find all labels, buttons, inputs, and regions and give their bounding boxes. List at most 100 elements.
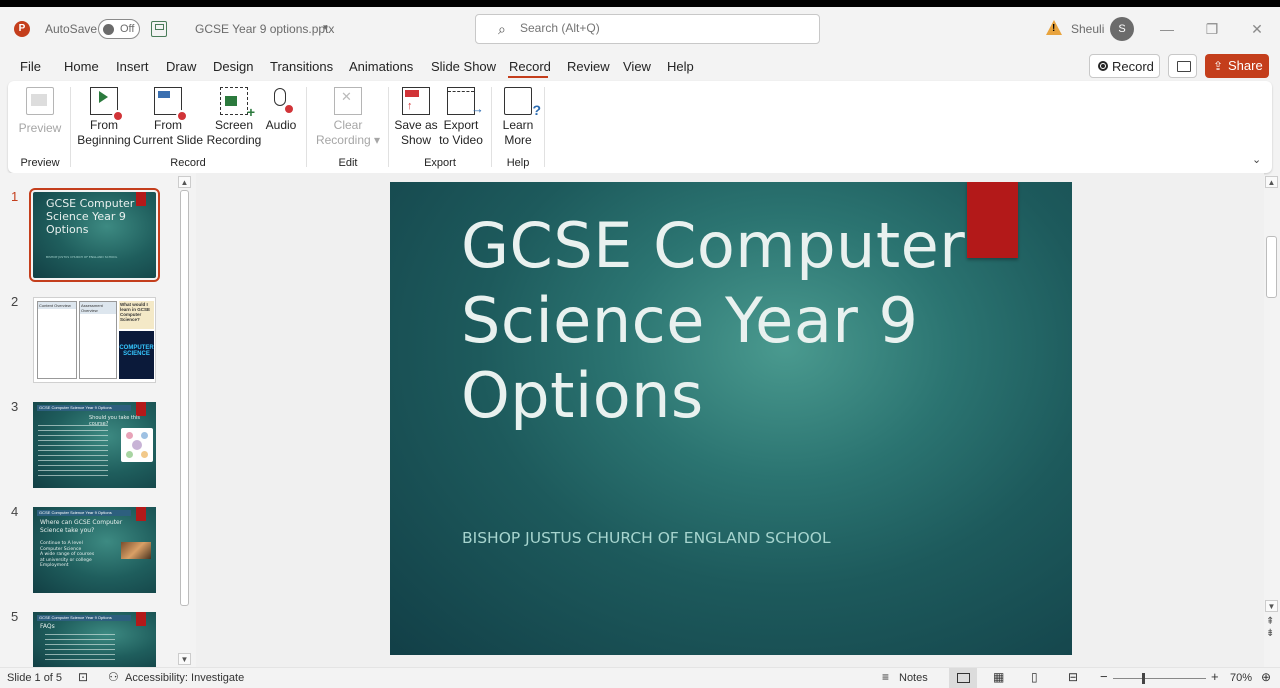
learn-more-line2: More — [504, 133, 532, 147]
document-title[interactable]: GCSE Year 9 options.pptx — [195, 22, 334, 36]
current-slide-icon — [154, 87, 188, 122]
save-as-show-line2: Show — [400, 133, 432, 147]
slide-show-view-icon[interactable]: ⊟ — [1068, 670, 1078, 684]
avatar[interactable]: S — [1110, 17, 1134, 41]
scrollbar-thumb[interactable] — [180, 190, 189, 606]
tab-animations[interactable]: Animations — [349, 59, 413, 74]
red-tab-decoration — [136, 612, 146, 626]
slide-scrollbar[interactable]: ▲ ▼ — [1265, 176, 1278, 616]
zoom-level[interactable]: 70% — [1230, 672, 1252, 684]
tab-help[interactable]: Help — [667, 59, 694, 74]
fit-to-window-icon[interactable]: ⊕ — [1261, 670, 1271, 684]
restore-button[interactable]: ❐ — [1197, 19, 1227, 39]
comments-button[interactable] — [1168, 54, 1197, 78]
tab-view[interactable]: View — [623, 59, 651, 74]
tab-insert[interactable]: Insert — [116, 59, 149, 74]
title-bar: P AutoSave Off GCSE Year 9 options.pptx … — [0, 7, 1280, 51]
thumbnail-body-text — [38, 425, 118, 480]
group-export-label: Export — [424, 157, 456, 169]
thumbnail-heading: Content Overview — [38, 302, 76, 309]
record-button[interactable]: Record — [1089, 54, 1160, 78]
accessibility-status[interactable]: Accessibility: Investigate — [125, 672, 244, 684]
share-button[interactable]: ⇪ Share — [1205, 54, 1269, 78]
search-box[interactable]: ⌕ — [475, 14, 820, 44]
save-icon[interactable] — [151, 21, 167, 37]
zoom-in-button[interactable]: + — [1211, 669, 1219, 684]
zoom-slider-handle[interactable] — [1142, 673, 1145, 684]
thumbnail-side-note: What would I learn in GCSE Computer Scie… — [119, 301, 154, 329]
clear-recording-button[interactable]: Clear Recording ▾ — [312, 87, 384, 148]
thumbnail-header-bar: GCSE Computer Science Year 9 Options — [37, 615, 131, 621]
tab-design[interactable]: Design — [213, 59, 253, 74]
notes-button[interactable]: Notes — [899, 672, 928, 684]
slide-subtitle[interactable]: BISHOP JUSTUS CHURCH OF ENGLAND SCHOOL — [462, 529, 831, 547]
export-video-line2: to Video — [439, 133, 483, 147]
autosave-toggle[interactable]: Off — [98, 19, 140, 39]
export-to-video-button[interactable]: → Export to Video — [436, 87, 486, 148]
tab-slide-show[interactable]: Slide Show — [431, 59, 496, 74]
thumbnail-slide-5[interactable]: GCSE Computer Science Year 9 Options FAQ… — [33, 612, 156, 667]
record-button-label: Record — [1112, 59, 1154, 74]
clear-recording-icon — [334, 87, 362, 115]
preview-button[interactable]: Preview — [16, 87, 64, 136]
from-beginning-line2: Beginning — [77, 133, 131, 147]
from-beginning-button[interactable]: From Beginning — [76, 87, 132, 148]
search-icon: ⌕ — [498, 21, 506, 37]
chevron-down-icon[interactable]: ▾ — [323, 22, 328, 33]
thumbnail-badge: COMPUTER SCIENCE — [119, 331, 154, 379]
thumbnail-heading: FAQs — [40, 623, 55, 630]
collapse-ribbon-icon[interactable]: ⌄ — [1252, 153, 1261, 166]
thumbnail-heading: Assessment Overview — [80, 302, 116, 314]
scroll-down-icon[interactable]: ▼ — [1265, 600, 1278, 612]
prev-next-slide-icons[interactable]: ⇞ ⇟ — [1266, 616, 1274, 640]
thumbnail-scrollbar[interactable]: ▲ ▼ — [178, 176, 191, 666]
tab-draw[interactable]: Draw — [166, 59, 196, 74]
status-bar: Slide 1 of 5 ⊡ ⚇ Accessibility: Investig… — [0, 667, 1280, 688]
close-button[interactable]: ✕ — [1242, 19, 1272, 39]
tab-transitions[interactable]: Transitions — [270, 59, 333, 74]
normal-view-button[interactable] — [949, 668, 977, 688]
learn-more-line1: Learn — [502, 118, 534, 132]
search-input[interactable] — [520, 21, 800, 35]
thumbnail-list-item: Employment — [40, 563, 69, 569]
spelling-check-icon[interactable]: ⊡ — [78, 670, 88, 684]
tab-file[interactable]: File — [20, 59, 41, 74]
group-record-label: Record — [170, 157, 206, 169]
screen-recording-button[interactable]: + Screen Recording — [204, 87, 264, 148]
screen-recording-line1: Screen — [214, 118, 254, 132]
save-as-show-button[interactable]: ↑ Save as Show — [392, 87, 440, 148]
learn-more-button[interactable]: ? Learn More — [498, 87, 541, 148]
thumbnail-slide-2[interactable]: Content Overview Assessment Overview Wha… — [33, 297, 156, 383]
tab-review[interactable]: Review — [567, 59, 610, 74]
slide-counter: Slide 1 of 5 — [7, 672, 63, 684]
scroll-up-icon[interactable]: ▲ — [1265, 176, 1278, 188]
scroll-up-icon[interactable]: ▲ — [178, 176, 191, 188]
slide-title[interactable]: GCSE Computer Science Year 9 Options — [461, 208, 981, 433]
scrollbar-thumb[interactable] — [1266, 236, 1277, 298]
thumbnail-list: Continue to A level Computer Science A w… — [40, 541, 100, 569]
zoom-out-button[interactable]: − — [1100, 669, 1108, 684]
ribbon-tabs: File Home Insert Draw Design Transitions… — [0, 51, 1280, 81]
clear-recording-line1: Clear — [333, 118, 363, 132]
accessibility-icon[interactable]: ⚇ — [108, 670, 119, 684]
tab-home[interactable]: Home — [64, 59, 99, 74]
user-name[interactable]: Sheuli — [1071, 22, 1104, 36]
tab-record[interactable]: Record — [509, 59, 551, 74]
slide-sorter-icon[interactable]: ▦ — [993, 670, 1004, 684]
thumbnail-slide-1[interactable]: GCSE Computer Science Year 9 Options BIS… — [29, 188, 160, 282]
minimize-button[interactable]: — — [1152, 19, 1182, 39]
zoom-slider-track[interactable] — [1113, 678, 1206, 679]
scroll-down-icon[interactable]: ▼ — [178, 653, 191, 665]
thumbnail-slide-3[interactable]: GCSE Computer Science Year 9 Options Sho… — [33, 402, 156, 488]
thumbnail-slide-4[interactable]: GCSE Computer Science Year 9 Options Whe… — [33, 507, 156, 593]
screen-recording-icon: + — [220, 87, 255, 120]
notes-icon[interactable]: ≡ — [882, 670, 889, 684]
warning-icon[interactable] — [1046, 20, 1062, 35]
reading-view-icon[interactable]: ▯ — [1031, 670, 1038, 684]
red-tab-decoration — [136, 192, 146, 206]
main-slide[interactable]: GCSE Computer Science Year 9 Options BIS… — [390, 182, 1072, 655]
preview-icon — [26, 87, 54, 115]
audio-button[interactable]: Audio — [262, 87, 300, 133]
from-current-slide-button[interactable]: From Current Slide — [132, 87, 204, 148]
export-video-line1: Export — [443, 118, 479, 132]
